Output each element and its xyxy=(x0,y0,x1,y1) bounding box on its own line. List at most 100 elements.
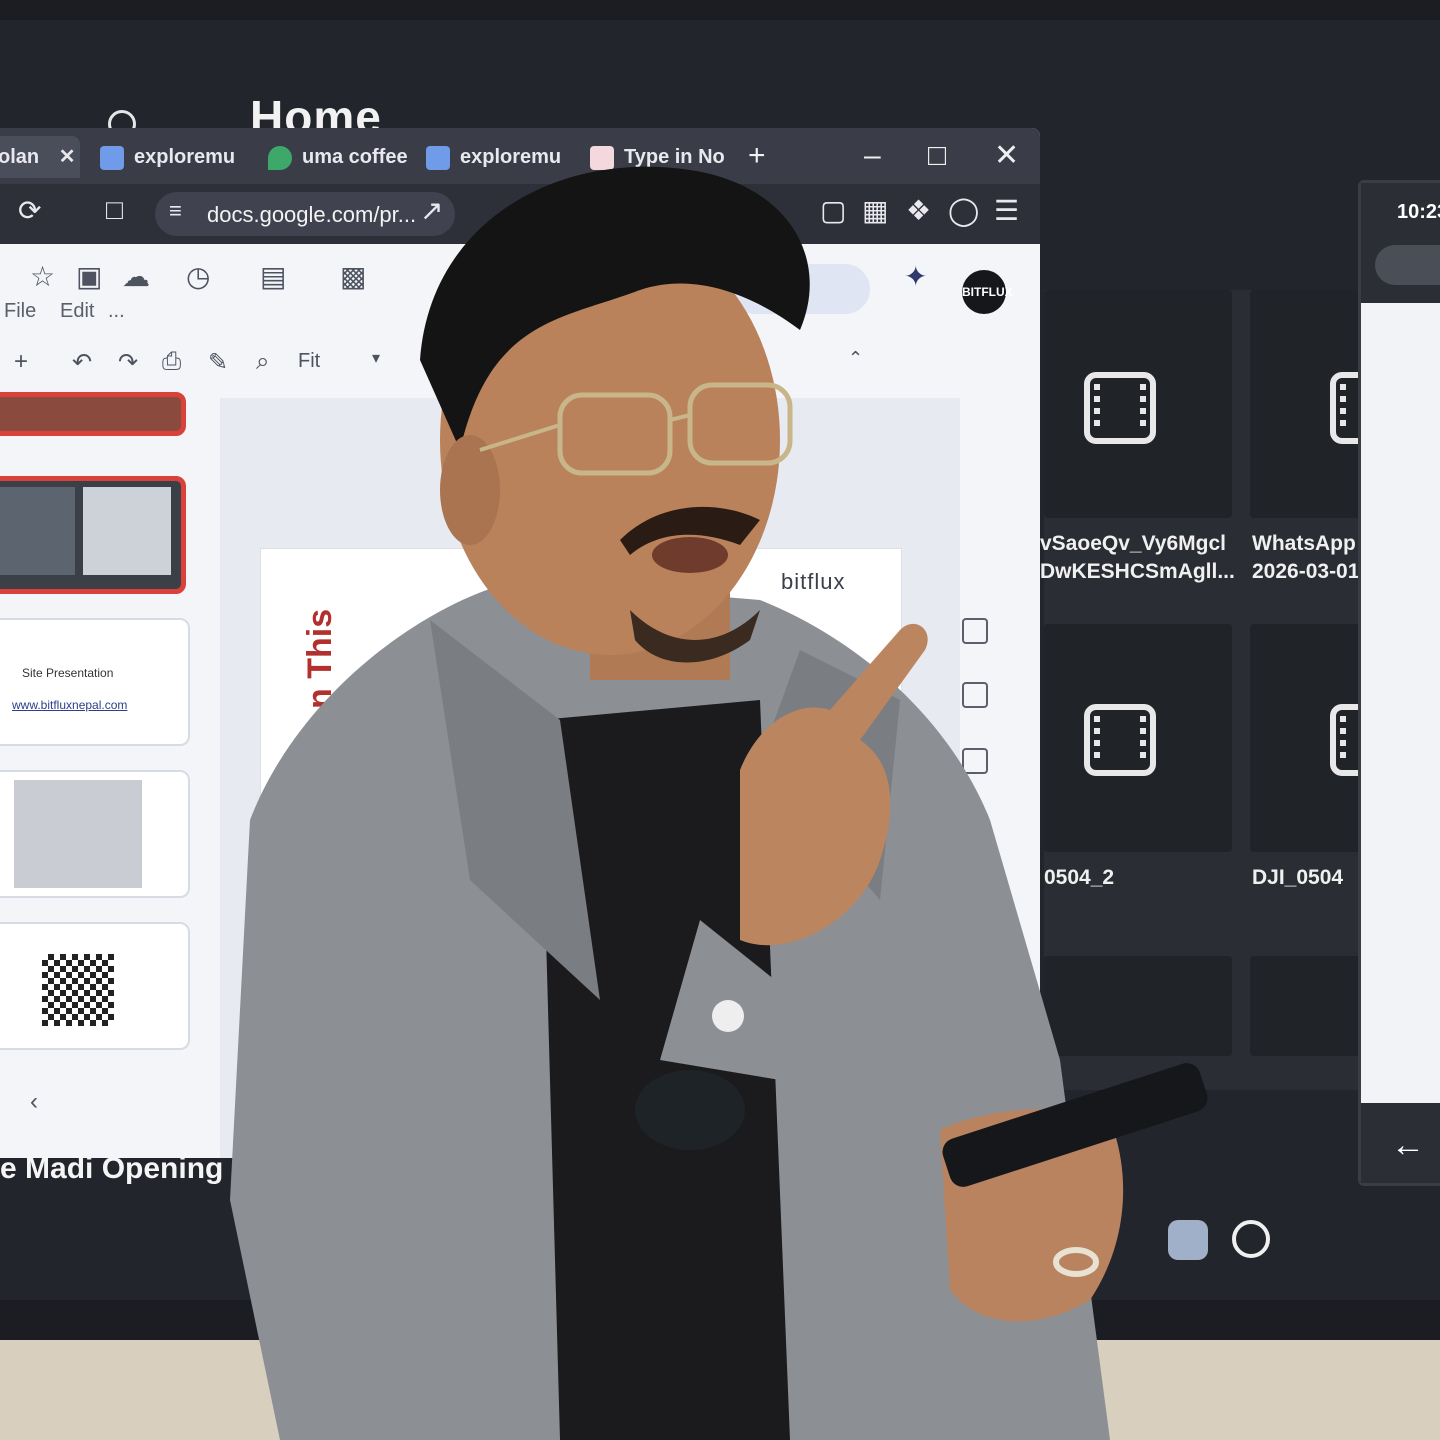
close-window-icon[interactable]: ✕ xyxy=(994,138,1019,174)
file-name: vSaoeQv_Vy6Mgcl DwKESHCSmAgll... xyxy=(1040,532,1235,583)
file-tile[interactable] xyxy=(1250,624,1402,852)
share-icon[interactable]: ↗ xyxy=(420,194,443,227)
tasks-icon[interactable] xyxy=(962,748,988,774)
phone-header: 10:23 xyxy=(1361,183,1440,303)
file-tile[interactable] xyxy=(1250,956,1370,1056)
menu-file[interactable]: File xyxy=(4,300,36,323)
sidebar-icon[interactable]: ▦ xyxy=(862,194,888,227)
add-icon[interactable]: + xyxy=(14,348,28,376)
screen: Home vSaoeQv_Vy6Mgcl DwKESHCSmAgll... Wh… xyxy=(0,20,1440,1300)
thumb-title: Site Presentation xyxy=(22,666,114,680)
wall xyxy=(0,1340,1440,1440)
calendar-icon[interactable] xyxy=(962,618,988,644)
play-icon[interactable] xyxy=(1232,1220,1270,1258)
bookmark-icon[interactable]: □ xyxy=(106,194,123,226)
folder-icon[interactable]: ▣ xyxy=(76,260,102,293)
phone-footer: ← xyxy=(1361,1103,1440,1183)
zoom-select[interactable]: Fit xyxy=(298,350,320,373)
share-label: rade xyxy=(760,278,801,300)
taskbar xyxy=(1040,1220,1440,1300)
menu-icon[interactable]: ☰ xyxy=(994,194,1019,227)
file-tile[interactable] xyxy=(1044,624,1232,852)
back-arrow-icon[interactable]: ← xyxy=(1391,1126,1425,1165)
tab-label: olan xyxy=(0,146,40,168)
slide-photo xyxy=(0,487,75,575)
file-name: 0504_2 xyxy=(1044,866,1115,889)
new-tab-button[interactable]: + xyxy=(748,138,766,174)
slides-toolbar: + ↶ ↷ ⎙ ✎ ⌕ Fit ▾ ⌃ xyxy=(0,332,1040,392)
collapse-left-icon[interactable]: ‹ xyxy=(30,1088,38,1116)
map-pin-icon xyxy=(268,145,292,170)
slide-filmstrip: Site Presentation www.bitfluxnepal.com ‹ xyxy=(0,392,210,1158)
file-tile[interactable] xyxy=(1044,290,1232,518)
tab[interactable]: uma coffee xyxy=(268,136,418,178)
notion-icon xyxy=(590,145,614,170)
site-settings-icon[interactable]: ≡ xyxy=(169,198,182,224)
address-bar[interactable]: ≡ docs.google.com/pr... xyxy=(155,192,455,236)
file-tile[interactable] xyxy=(1044,956,1232,1056)
phone-mirror-panel: 10:23 ← xyxy=(1358,180,1440,1186)
tab-label: uma coffee xyxy=(302,146,408,168)
slide-thumbnail[interactable] xyxy=(0,392,186,436)
slide-brand: bitflux xyxy=(781,569,846,594)
share-button[interactable]: rade xyxy=(730,264,870,314)
current-slide[interactable]: bitflux n This xyxy=(260,548,902,950)
menu-more[interactable]: ... xyxy=(108,300,125,323)
avatar[interactable]: BITFLUX xyxy=(962,270,1013,314)
file-tile[interactable] xyxy=(1250,290,1402,518)
slide-photo xyxy=(83,487,171,575)
file-name: WhatsApp / 2026-03-01 xyxy=(1252,532,1368,583)
comment-icon[interactable]: ▤ xyxy=(260,260,286,293)
doc-icon xyxy=(426,145,450,170)
video-icon xyxy=(1084,372,1156,444)
tab-label: exploremu xyxy=(460,146,562,168)
minimize-icon[interactable]: – xyxy=(864,138,881,174)
menu-edit[interactable]: Edit xyxy=(60,300,94,323)
slide-thumbnail[interactable] xyxy=(0,922,190,1050)
reload-icon[interactable]: ⟳ xyxy=(18,194,41,227)
thumb-link: www.bitfluxnepal.com xyxy=(12,698,128,712)
tab[interactable]: exploremu xyxy=(426,136,576,178)
monitor-frame: Home vSaoeQv_Vy6Mgcl DwKESHCSmAgll... Wh… xyxy=(0,0,1440,1360)
app-icon[interactable] xyxy=(1168,1220,1208,1260)
file-grid: vSaoeQv_Vy6Mgcl DwKESHCSmAgll... WhatsAp… xyxy=(1040,290,1402,1090)
close-icon[interactable]: ✕ xyxy=(59,146,76,168)
history-icon[interactable]: ◷ xyxy=(186,260,210,293)
slide-canvas: bitflux n This xyxy=(220,398,960,1158)
slide-photo xyxy=(14,780,142,888)
side-panel xyxy=(962,608,1002,838)
camera-icon[interactable]: ▩ xyxy=(340,260,366,293)
gemini-icon[interactable]: ✦ xyxy=(904,260,927,293)
tab-bar: olan ✕ exploremu uma coffee exploremu Ty… xyxy=(0,128,1040,184)
puzzle-icon[interactable]: ❖ xyxy=(906,194,931,227)
video-caption: e Madi Opening xyxy=(0,1152,224,1185)
chevron-down-icon[interactable]: ▾ xyxy=(372,348,380,368)
chevron-up-icon[interactable]: ⌃ xyxy=(848,348,863,369)
tab-active[interactable]: olan ✕ xyxy=(0,136,80,178)
redo-icon[interactable]: ↷ xyxy=(118,348,138,377)
slide-thumbnail[interactable] xyxy=(0,476,186,594)
slide-vertical-title: n This xyxy=(301,608,339,709)
tab[interactable]: exploremu xyxy=(100,136,250,178)
slide-thumbnail[interactable] xyxy=(0,770,190,898)
url-text: docs.google.com/pr... xyxy=(207,202,417,227)
phone-time: 10:23 xyxy=(1397,201,1440,223)
slide-thumbnail[interactable]: Site Presentation www.bitfluxnepal.com xyxy=(0,618,190,746)
paint-format-icon[interactable]: ✎ xyxy=(208,348,228,377)
keep-icon[interactable] xyxy=(962,682,988,708)
maximize-icon[interactable]: □ xyxy=(928,138,946,174)
doc-icon xyxy=(100,145,124,170)
cloud-icon: ☁ xyxy=(122,261,150,292)
tab-label: exploremu xyxy=(134,146,236,168)
browser-window: olan ✕ exploremu uma coffee exploremu Ty… xyxy=(0,128,1040,1158)
extension-icon[interactable]: ▢ xyxy=(820,194,846,227)
tab[interactable]: Type in No xyxy=(590,136,730,178)
phone-search-bar[interactable] xyxy=(1375,245,1440,285)
print-icon[interactable]: ⎙ xyxy=(162,348,181,376)
zoom-icon[interactable]: ⌕ xyxy=(256,348,269,376)
star-icon[interactable]: ☆ xyxy=(30,260,55,293)
folder-icon[interactable] xyxy=(962,812,988,838)
undo-icon[interactable]: ↶ xyxy=(72,348,92,377)
shield-icon[interactable]: ◯ xyxy=(948,194,979,227)
file-name: DJI_0504 xyxy=(1252,866,1344,889)
